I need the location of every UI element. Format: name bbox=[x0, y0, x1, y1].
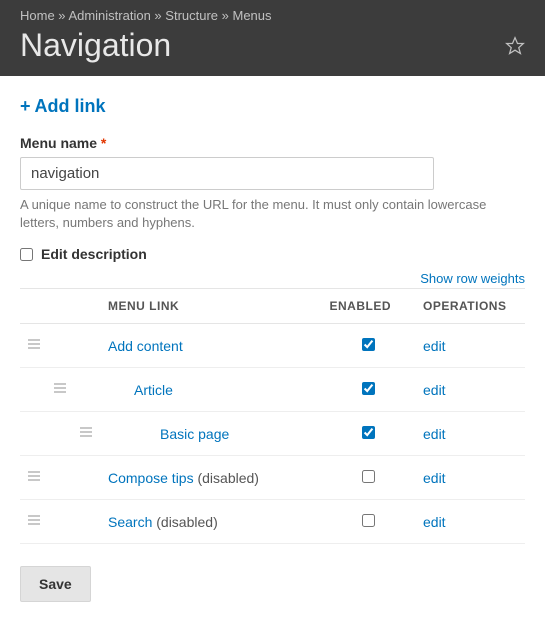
breadcrumb-item[interactable]: Menus bbox=[233, 8, 272, 23]
breadcrumb: Home » Administration » Structure » Menu… bbox=[20, 8, 525, 23]
disabled-suffix: (disabled) bbox=[152, 514, 217, 530]
edit-link[interactable]: edit bbox=[423, 338, 446, 354]
enabled-checkbox[interactable] bbox=[362, 470, 375, 483]
edit-description-checkbox[interactable] bbox=[20, 248, 33, 261]
edit-link[interactable]: edit bbox=[423, 470, 446, 486]
breadcrumb-item[interactable]: Home bbox=[20, 8, 55, 23]
table-row: Article edit bbox=[20, 368, 525, 412]
breadcrumb-item[interactable]: Structure bbox=[165, 8, 218, 23]
drag-handle-icon[interactable] bbox=[28, 513, 40, 527]
menu-name-description: A unique name to construct the URL for t… bbox=[20, 196, 525, 232]
enabled-checkbox[interactable] bbox=[362, 514, 375, 527]
drag-handle-icon[interactable] bbox=[28, 337, 40, 351]
menu-name-input[interactable] bbox=[20, 157, 434, 190]
col-menu-link: MENU LINK bbox=[100, 289, 321, 324]
menu-link-item[interactable]: Search bbox=[108, 514, 152, 530]
drag-handle-icon[interactable] bbox=[54, 381, 66, 395]
edit-description-label[interactable]: Edit description bbox=[41, 246, 147, 262]
menu-links-table: MENU LINK ENABLED OPERATIONS Add content… bbox=[20, 288, 525, 544]
page-title: Navigation bbox=[20, 27, 171, 64]
edit-link[interactable]: edit bbox=[423, 426, 446, 442]
drag-handle-icon[interactable] bbox=[28, 469, 40, 483]
plus-icon: + bbox=[20, 96, 31, 117]
edit-link[interactable]: edit bbox=[423, 382, 446, 398]
enabled-checkbox[interactable] bbox=[362, 426, 375, 439]
table-row: Basic page edit bbox=[20, 412, 525, 456]
save-button[interactable]: Save bbox=[20, 566, 91, 602]
menu-name-label: Menu name * bbox=[20, 135, 525, 151]
drag-handle-icon[interactable] bbox=[80, 425, 92, 439]
menu-link-item[interactable]: Compose tips bbox=[108, 470, 194, 486]
menu-link-item[interactable]: Add content bbox=[108, 338, 183, 354]
enabled-checkbox[interactable] bbox=[362, 338, 375, 351]
table-row: Search (disabled) edit bbox=[20, 500, 525, 544]
show-row-weights-link[interactable]: Show row weights bbox=[420, 271, 525, 286]
table-row: Compose tips (disabled) edit bbox=[20, 456, 525, 500]
content-area: + Add link Menu name * A unique name to … bbox=[0, 76, 545, 622]
disabled-suffix: (disabled) bbox=[194, 470, 259, 486]
page-header: Home » Administration » Structure » Menu… bbox=[0, 0, 545, 76]
edit-link[interactable]: edit bbox=[423, 514, 446, 530]
menu-link-item[interactable]: Basic page bbox=[160, 426, 229, 442]
enabled-checkbox[interactable] bbox=[362, 382, 375, 395]
breadcrumb-item[interactable]: Administration bbox=[68, 8, 150, 23]
col-operations: OPERATIONS bbox=[415, 289, 525, 324]
menu-link-item[interactable]: Article bbox=[134, 382, 173, 398]
table-row: Add content edit bbox=[20, 324, 525, 368]
add-link-button[interactable]: + Add link bbox=[20, 96, 106, 117]
star-icon[interactable] bbox=[505, 36, 525, 56]
col-enabled: ENABLED bbox=[321, 289, 415, 324]
